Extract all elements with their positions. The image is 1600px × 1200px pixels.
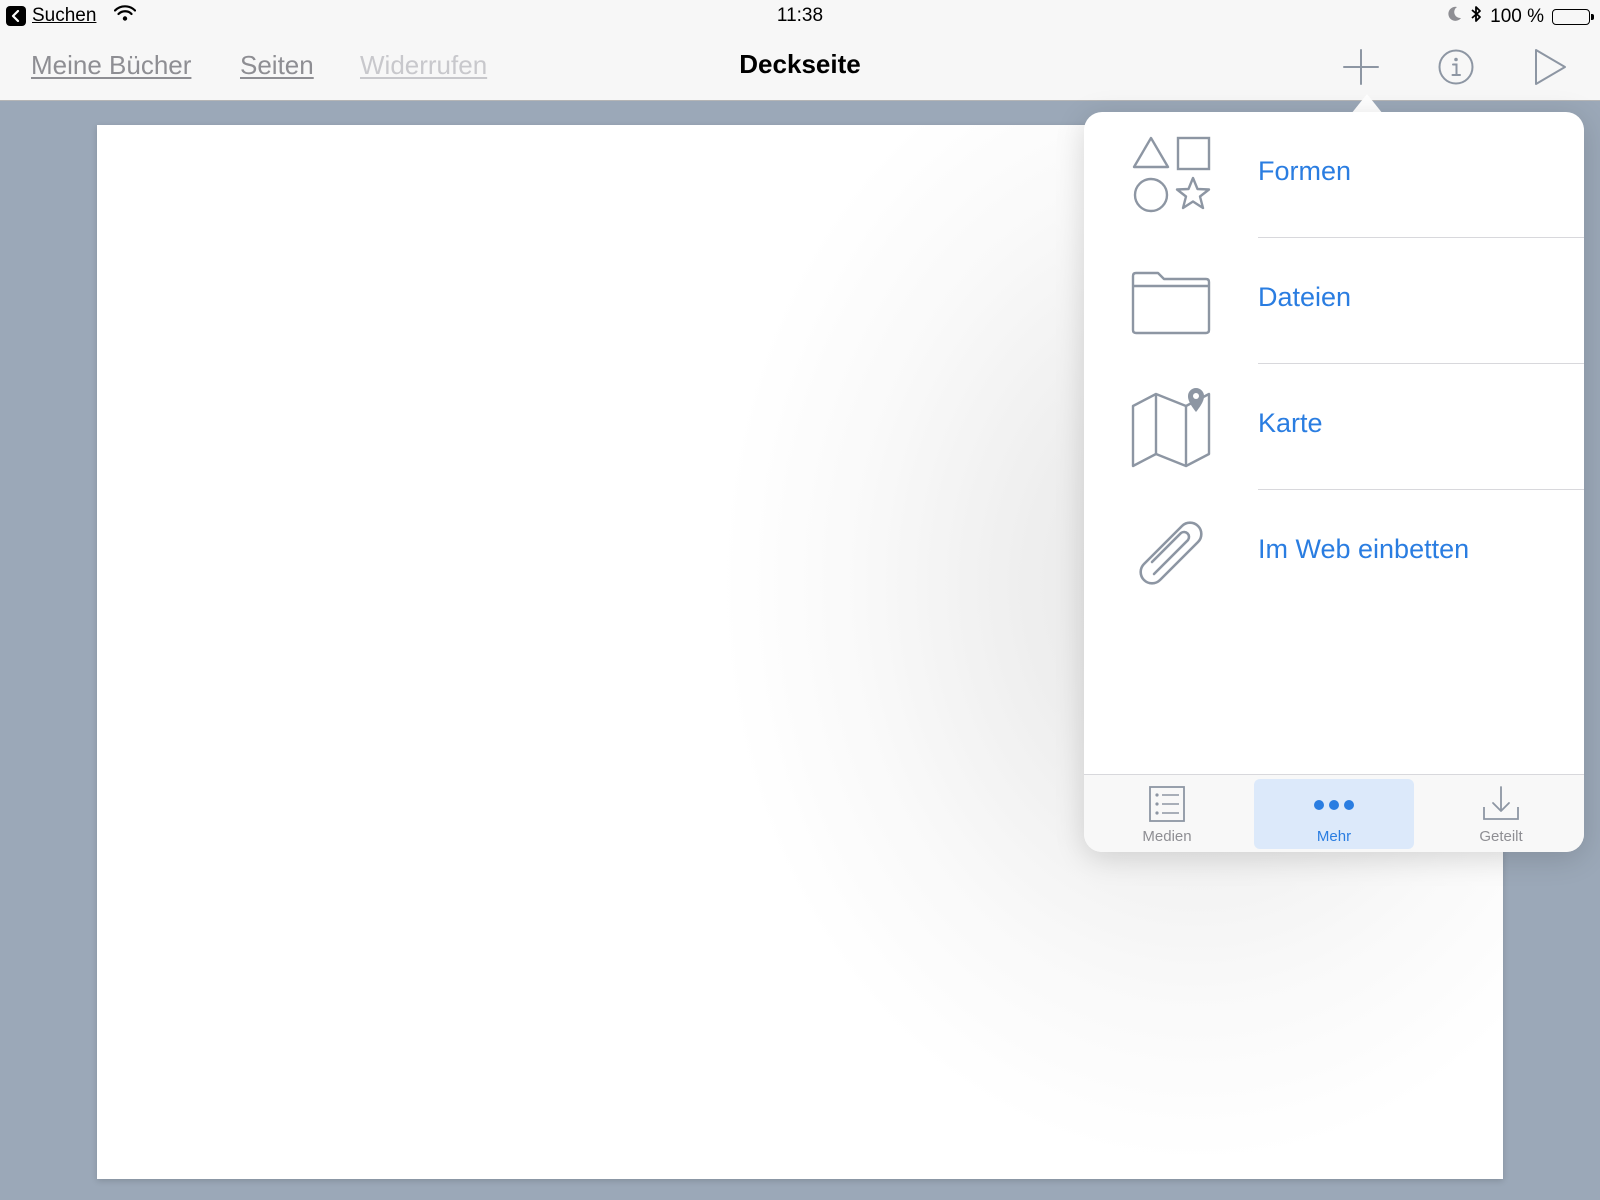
battery-icon [1552, 9, 1594, 25]
menu-item-label: Dateien [1258, 282, 1352, 312]
insert-popover: Formen Dateien Karte Im Web einbetten Me… [1084, 112, 1584, 852]
list-icon [1149, 786, 1185, 822]
tab-label: Mehr [1316, 828, 1352, 845]
link-icon [1139, 521, 1203, 585]
pages-link[interactable]: Seiten [240, 50, 314, 81]
tab-shared[interactable]: Geteilt [1421, 779, 1581, 849]
bluetooth-icon [1470, 5, 1482, 29]
tab-label: Medien [1142, 828, 1192, 845]
menu-item-map[interactable]: Karte [1084, 364, 1584, 490]
undo-link[interactable]: Widerrufen [360, 50, 487, 81]
menu-item-web-embed[interactable]: Im Web einbetten [1084, 490, 1584, 616]
play-button[interactable] [1532, 47, 1568, 92]
map-icon [1131, 388, 1211, 468]
popover-tab-bar: Medien Mehr Geteilt [1084, 774, 1584, 852]
menu-item-label: Im Web einbetten [1258, 534, 1470, 564]
add-button[interactable] [1342, 48, 1380, 91]
menu-item-files[interactable]: Dateien [1084, 238, 1584, 364]
menu-item-label: Karte [1258, 408, 1323, 438]
more-icon [1314, 800, 1354, 810]
shapes-icon [1132, 136, 1211, 213]
popover-arrow [1351, 94, 1383, 114]
battery-percentage: 100 % [1490, 6, 1544, 27]
tab-label: Geteilt [1479, 828, 1523, 845]
status-bar: Suchen 11:38 100 % [0, 0, 1600, 34]
tab-media[interactable]: Medien [1087, 779, 1247, 849]
my-books-link[interactable]: Meine Bücher [31, 50, 191, 81]
play-icon [1535, 49, 1566, 85]
status-time: 11:38 [776, 5, 824, 26]
download-icon [1483, 786, 1519, 820]
info-button[interactable] [1437, 48, 1475, 91]
menu-item-shapes[interactable]: Formen [1084, 112, 1584, 238]
info-icon [1438, 49, 1474, 85]
plus-icon [1343, 49, 1379, 85]
navigation-bar: Meine Bücher Seiten Widerrufen Deckseite [0, 34, 1600, 101]
tab-more[interactable]: Mehr [1254, 779, 1414, 849]
moon-icon [1448, 6, 1462, 28]
status-right-group: 100 % [1448, 5, 1594, 29]
folder-icon [1131, 271, 1211, 335]
menu-item-label: Formen [1258, 156, 1352, 186]
